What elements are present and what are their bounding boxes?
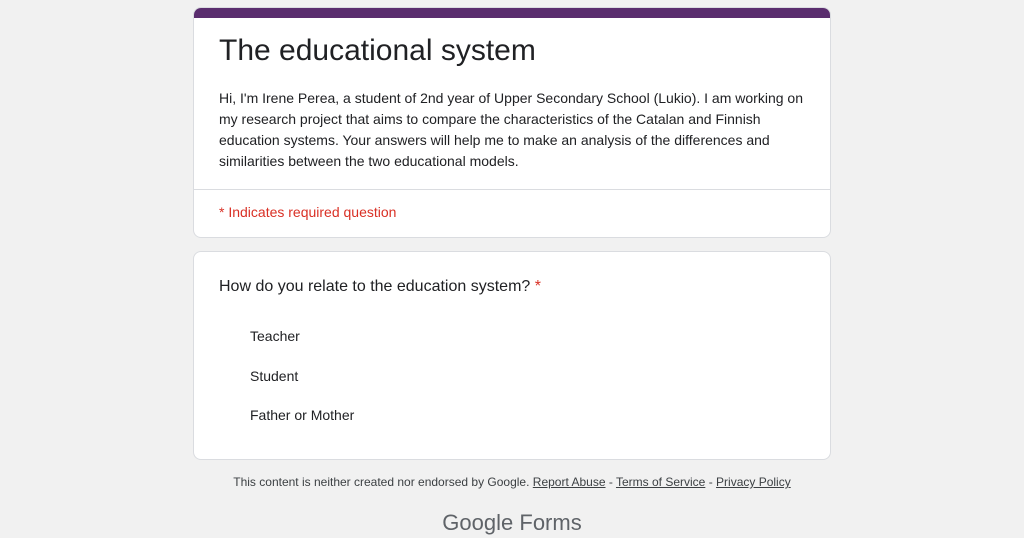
footer-disclaimer: This content is neither created nor endo… — [233, 475, 530, 489]
footer: This content is neither created nor endo… — [0, 475, 1024, 489]
footer-separator: - — [608, 475, 613, 489]
footer-separator: - — [708, 475, 713, 489]
report-abuse-link[interactable]: Report Abuse — [533, 475, 606, 489]
google-forms-logo[interactable]: Google Forms — [0, 510, 1024, 536]
brand-forms: Forms — [519, 510, 582, 535]
form-accent-bar — [194, 8, 830, 18]
brand-google: Google — [442, 510, 514, 535]
question-card: How do you relate to the education syste… — [193, 251, 831, 460]
privacy-policy-link[interactable]: Privacy Policy — [716, 475, 791, 489]
required-note: * Indicates required question — [219, 204, 397, 220]
form-title: The educational system — [219, 34, 536, 67]
header-divider — [194, 189, 830, 190]
option-father-or-mother[interactable]: Father or Mother — [250, 407, 354, 423]
question-text: How do you relate to the education syste… — [219, 278, 531, 295]
option-student[interactable]: Student — [250, 368, 298, 384]
form-description: Hi, I'm Irene Perea, a student of 2nd ye… — [219, 90, 803, 169]
terms-of-service-link[interactable]: Terms of Service — [616, 475, 705, 489]
form-header-card: The educational system Hi, I'm Irene Per… — [193, 7, 831, 238]
option-teacher[interactable]: Teacher — [250, 328, 300, 344]
question-title: How do you relate to the education syste… — [219, 278, 541, 296]
required-marker: * — [534, 278, 541, 295]
